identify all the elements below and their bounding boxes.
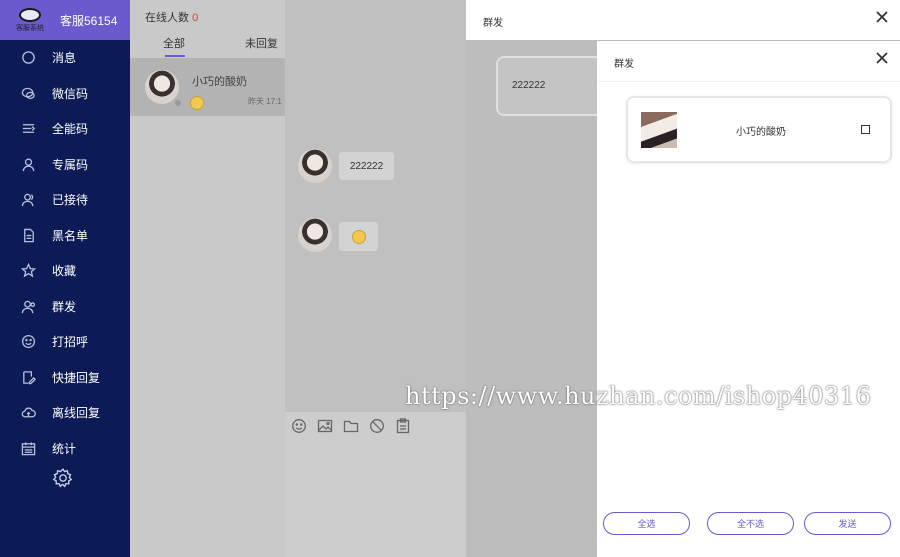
sidebar-item-group-send[interactable]: 群发 [0, 289, 130, 325]
emoji-icon [351, 229, 366, 244]
sidebar-item-label: 微信码 [52, 86, 89, 101]
sidebar-item-blacklist[interactable]: 黑名单 [0, 218, 130, 254]
sidebar-item-favorites[interactable]: 收藏 [0, 253, 130, 289]
active-tab-indicator [165, 55, 185, 57]
sidebar-item-received[interactable]: 已接待 [0, 182, 130, 218]
select-all-button[interactable]: 全选 [603, 512, 690, 535]
sidebar-item-label: 离线回复 [52, 406, 101, 421]
conversation-list: 在线人数 0 全部 未回复 小巧的酸奶 昨天 17:1 [130, 0, 285, 557]
avatar [641, 112, 677, 148]
gear-icon [52, 468, 74, 492]
block-icon[interactable] [369, 418, 385, 434]
logo-text: 客服系统 [16, 24, 44, 32]
user-icon [20, 156, 36, 172]
emoji-preview-icon [190, 96, 204, 110]
sidebar-item-exclusive-code[interactable]: 专属码 [0, 147, 130, 183]
online-count-label: 在线人数 0 [145, 9, 198, 25]
settings-button[interactable] [52, 467, 74, 489]
divider [597, 81, 900, 82]
sidebar-item-label: 统计 [52, 441, 77, 456]
cloud-icon [20, 405, 36, 421]
group-send-modal-inner: 群发 小巧的酸奶 全选 全不选 发送 [597, 41, 900, 557]
sidebar-item-messages[interactable]: 消息 [0, 40, 130, 76]
close-icon[interactable] [875, 51, 889, 65]
sidebar-item-label: 快捷回复 [52, 370, 101, 385]
sidebar: 客服系统 客服56154 消息 微信码 全能码 专属码 已接待 黑名单 收藏 群… [0, 0, 130, 557]
sidebar-item-label: 群发 [52, 299, 77, 314]
emoji-icon[interactable] [291, 418, 307, 434]
message-preview: 222222 [496, 56, 606, 116]
message-bubble: 222222 [339, 152, 394, 180]
avatar [298, 149, 332, 183]
avatar [145, 70, 179, 104]
message-bubble-emoji [339, 222, 378, 251]
message-preview-text: 222222 [512, 80, 546, 91]
chat-panel: 222222 [285, 0, 466, 557]
sidebar-item-wechat-code[interactable]: 微信码 [0, 76, 130, 112]
list-icon [20, 121, 36, 137]
tab-all[interactable]: 全部 [163, 35, 185, 51]
agent-name: 客服56154 [60, 13, 118, 28]
sidebar-item-label: 专属码 [52, 157, 89, 172]
folder-icon[interactable] [343, 418, 359, 434]
sidebar-item-quick-reply[interactable]: 快捷回复 [0, 360, 130, 396]
conversation-name: 小巧的酸奶 [192, 76, 247, 88]
star-icon [20, 263, 36, 279]
conversation-item[interactable]: 小巧的酸奶 昨天 17:1 [130, 58, 285, 116]
sidebar-item-label: 黑名单 [52, 228, 89, 243]
clipboard-icon[interactable] [395, 418, 411, 434]
modal-title: 群发 [483, 18, 503, 29]
app-logo: 客服系统 [0, 0, 60, 40]
chat-bubble-icon [20, 50, 36, 66]
edit-icon [20, 369, 36, 385]
sidebar-item-statistics[interactable]: 统计 [0, 431, 130, 467]
sidebar-item-label: 已接待 [52, 193, 89, 208]
tab-unanswered[interactable]: 未回复 [245, 35, 278, 51]
sidebar-item-universal-code[interactable]: 全能码 [0, 111, 130, 147]
sidebar-header: 客服系统 客服56154 [0, 0, 130, 40]
online-label: 在线人数 [145, 12, 189, 24]
logo-mark [19, 7, 41, 22]
sidebar-item-offline-reply[interactable]: 离线回复 [0, 395, 130, 431]
sidebar-item-label: 消息 [52, 51, 77, 66]
sidebar-item-label: 全能码 [52, 122, 89, 137]
smile-icon [20, 334, 36, 350]
conversation-time: 昨天 17:1 [248, 97, 282, 106]
send-button[interactable]: 发送 [804, 512, 891, 535]
group-icon [20, 298, 36, 314]
wechat-icon [20, 85, 36, 101]
close-icon[interactable] [875, 10, 889, 24]
modal-header: 群发 [466, 0, 900, 40]
calendar-icon [20, 440, 36, 456]
sidebar-item-greeting[interactable]: 打招呼 [0, 324, 130, 360]
image-icon[interactable] [317, 418, 333, 434]
recipient-checkbox[interactable] [861, 125, 870, 134]
status-dot [175, 100, 181, 106]
document-icon [20, 227, 36, 243]
sidebar-item-label: 打招呼 [52, 335, 89, 350]
recipient-card[interactable]: 小巧的酸奶 [626, 96, 892, 163]
select-none-button[interactable]: 全不选 [707, 512, 794, 535]
recipient-name: 小巧的酸奶 [736, 127, 786, 138]
sidebar-item-label: 收藏 [52, 264, 77, 279]
users-icon [20, 192, 36, 208]
modal-title: 群发 [614, 59, 634, 70]
online-count: 0 [192, 12, 199, 24]
avatar [298, 218, 332, 252]
